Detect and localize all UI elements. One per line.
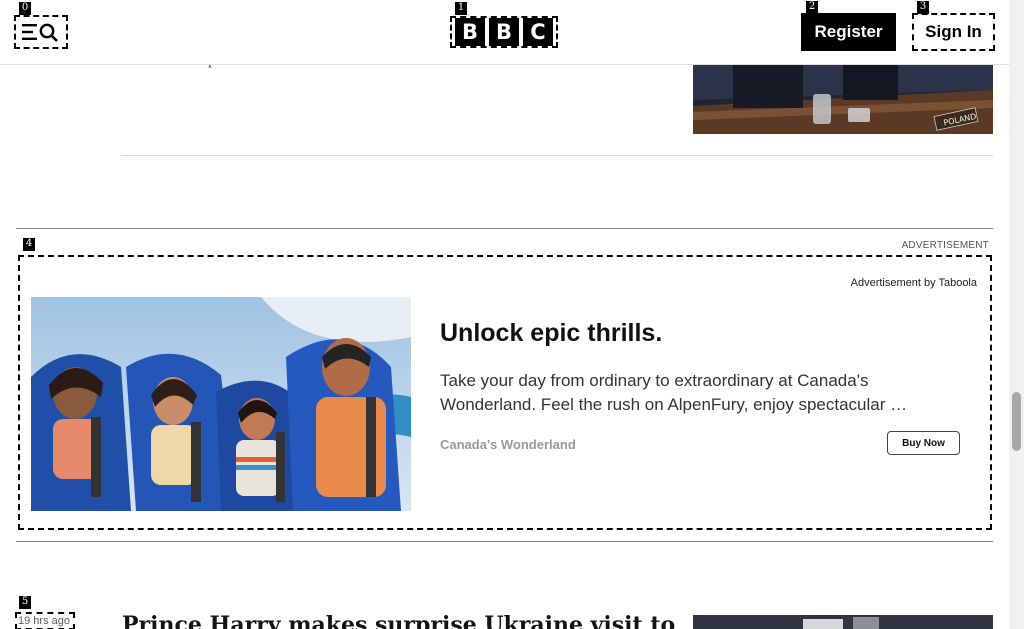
site-header: 0 1 B B C 2 Register 3 Sign In [0, 0, 1009, 65]
buy-now-button[interactable]: Buy Now [887, 431, 960, 455]
marker-1: 1 [455, 2, 467, 15]
taboola-attribution[interactable]: Advertisement by Taboola [851, 277, 977, 289]
marker-4: 4 [23, 238, 35, 251]
page-scrollbar[interactable] [1009, 0, 1024, 629]
ad-bottom-border [16, 541, 993, 542]
advertisement-label: ADVERTISEMENT [901, 240, 989, 251]
ad-description[interactable]: Take your day from ordinary to extraordi… [440, 369, 950, 417]
previous-story-image[interactable]: POLAND [693, 60, 993, 134]
story-timestamp[interactable]: 19 hrs ago [15, 612, 75, 629]
bbc-logo[interactable]: B B C [450, 16, 558, 48]
story-headline[interactable]: Prince Harry makes surprise Ukraine visi… [122, 612, 675, 629]
logo-letter-3: C [523, 18, 553, 46]
prince-harry-photo [693, 615, 993, 629]
ad-title[interactable]: Unlock epic thrills. [440, 319, 662, 348]
ad-brand[interactable]: Canada's Wonderland [440, 437, 576, 452]
advertisement-card[interactable]: Advertisement by Taboola Unlock epic thr… [18, 255, 992, 530]
marker-2: 2 [806, 1, 818, 14]
logo-letter-2: B [489, 18, 519, 46]
register-button[interactable]: Register [801, 13, 896, 51]
next-story-image[interactable] [693, 615, 993, 629]
roller-coaster-photo [31, 297, 411, 511]
un-meeting-photo: POLAND [693, 60, 993, 134]
marker-5: 5 [19, 596, 31, 609]
story-divider [121, 155, 993, 156]
logo-letter-1: B [455, 18, 485, 46]
marker-0: 0 [19, 2, 31, 15]
ad-top-border [16, 228, 993, 229]
scrollbar-thumb[interactable] [1012, 392, 1021, 451]
sign-in-button[interactable]: Sign In [912, 13, 995, 51]
marker-3: 3 [917, 1, 929, 14]
menu-search-icon [22, 23, 58, 42]
ad-image[interactable] [31, 297, 411, 511]
menu-search-button[interactable] [14, 15, 68, 49]
